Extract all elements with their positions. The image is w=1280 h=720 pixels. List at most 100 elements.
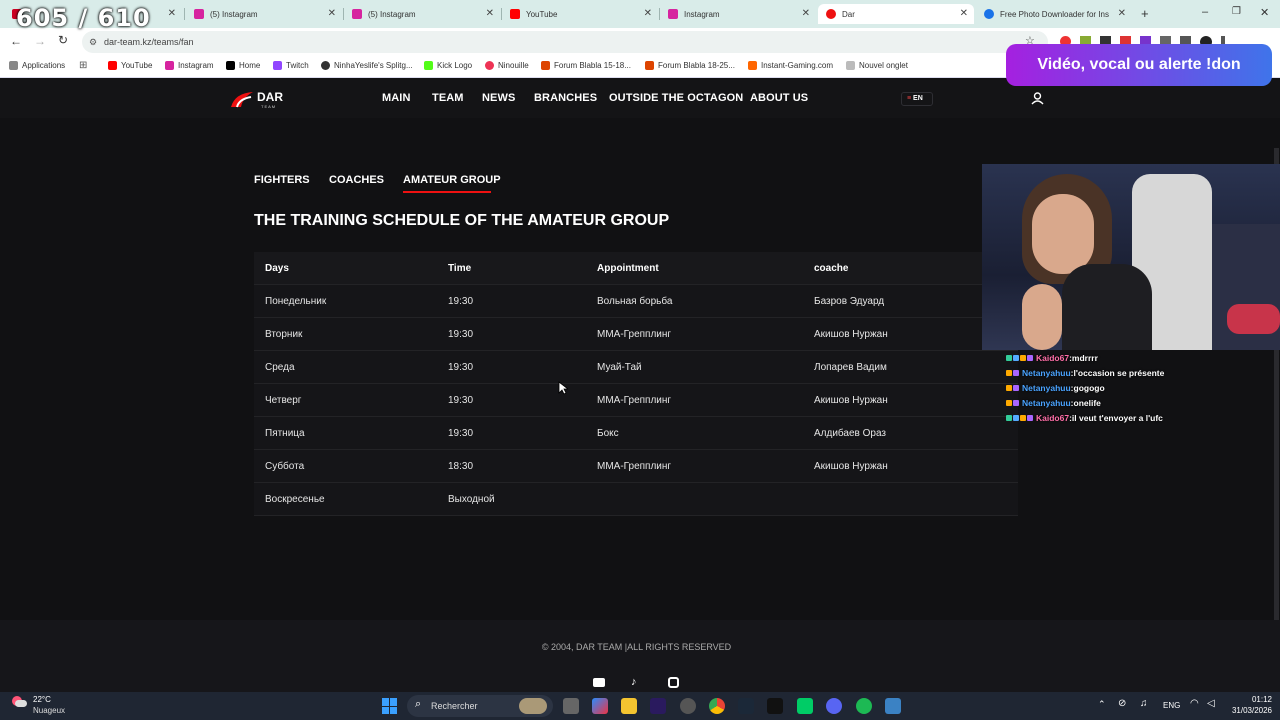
settings-gear-icon[interactable] — [680, 698, 696, 714]
bookmark-item[interactable]: Forum Blabla 18-25... — [645, 61, 735, 70]
close-tab-icon[interactable]: ✕ — [168, 8, 176, 19]
chat-badges-icon — [1006, 414, 1033, 421]
taskbar-search-box[interactable]: ⌕ Rechercher — [407, 695, 553, 717]
chevron-up-icon[interactable]: ⌃ — [1098, 699, 1106, 710]
bookmark-item[interactable]: Forum Blabla 15-18... — [541, 61, 631, 70]
bookmark-item[interactable]: Ninouille — [485, 61, 529, 70]
bookmark-item[interactable]: Twitch — [273, 61, 309, 70]
task-view-icon[interactable] — [563, 698, 579, 714]
reload-icon[interactable]: ↻ — [58, 33, 68, 47]
language-switcher[interactable]: ≡ EN — [901, 92, 933, 106]
nav-news[interactable]: NEWS — [482, 92, 515, 104]
chat-text: l'occasion se présente — [1073, 367, 1165, 378]
time-cell: Выходной — [448, 494, 495, 505]
premiere-pro-icon[interactable] — [650, 698, 666, 714]
chat-badges-icon — [1006, 399, 1019, 406]
chat-text: onelife — [1073, 397, 1101, 408]
chat-message: Kaido67: il veut t'envoyer a l'ufc — [1006, 410, 1280, 425]
steam-icon[interactable] — [738, 698, 754, 714]
dar-favicon-icon — [826, 9, 836, 19]
browser-tab[interactable]: Instagram ✕ — [660, 4, 816, 24]
browser-tab[interactable]: (5) Instagram ✕ — [344, 4, 500, 24]
tab-groups-icon[interactable]: ⊞ — [79, 60, 87, 71]
browser-tab[interactable]: Free Photo Downloader for Ins ✕ — [976, 4, 1132, 24]
language-indicator[interactable]: ENG — [1163, 701, 1180, 710]
page-title: THE TRAINING SCHEDULE OF THE AMATEUR GRO… — [254, 212, 670, 229]
dar-team-logo[interactable]: DAR TEAM — [229, 88, 287, 112]
chat-badges-icon — [1006, 369, 1019, 376]
time-cell: 19:30 — [448, 296, 474, 307]
new-tab-button[interactable]: + — [1141, 6, 1149, 21]
close-tab-icon[interactable]: ✕ — [802, 8, 810, 19]
day-cell: Четверг — [265, 395, 302, 406]
appointment-cell: Муай-Тай — [597, 362, 642, 373]
chrome-icon[interactable] — [709, 698, 725, 714]
bookmark-item[interactable]: Instant-Gaming.com — [748, 61, 833, 70]
nav-outside-the-octagon[interactable]: OUTSIDE THE OCTAGON — [609, 92, 743, 104]
instagram-icon — [165, 61, 174, 70]
close-tab-icon[interactable]: ✕ — [486, 8, 494, 19]
back-icon[interactable]: ← — [10, 34, 22, 48]
tab-fighters[interactable]: FIGHTERS — [254, 174, 310, 186]
browser-tab[interactable]: (5) Instagram ✕ — [186, 4, 342, 24]
discord-icon[interactable] — [826, 698, 842, 714]
address-bar[interactable]: ⚙ dar-team.kz/teams/fan — [82, 31, 1048, 53]
column-header: Days — [265, 263, 289, 274]
browser-tab-active[interactable]: Dar ✕ — [818, 4, 974, 24]
close-tab-icon[interactable]: ✕ — [644, 8, 652, 19]
day-cell: Воскресенье — [265, 494, 325, 505]
forward-icon[interactable]: → — [34, 34, 46, 48]
site-info-icon[interactable]: ⚙ — [89, 31, 97, 53]
chat-text: mdrrrr — [1071, 352, 1098, 363]
bookmark-item[interactable]: Kick Logo — [424, 61, 472, 70]
table-row: Понедельник 19:30 Вольная борьба Базров … — [254, 285, 1018, 318]
windows-start-icon[interactable] — [382, 698, 398, 714]
bookmark-item[interactable]: NinhaYeslife's Splitg... — [321, 61, 413, 70]
close-tab-icon[interactable]: ✕ — [328, 8, 336, 19]
bookmark-item[interactable]: Instagram — [165, 61, 214, 70]
wifi-icon[interactable]: ◠ — [1190, 698, 1199, 709]
microphone-icon[interactable]: ♫ — [1140, 698, 1148, 709]
nav-team[interactable]: TEAM — [432, 92, 464, 104]
nav-main[interactable]: MAIN — [382, 92, 411, 104]
clock-time[interactable]: 01:12 — [1228, 695, 1272, 704]
maximize-icon[interactable]: ❐ — [1232, 6, 1241, 17]
forum-icon — [541, 61, 550, 70]
time-cell: 19:30 — [448, 329, 474, 340]
instagram-icon[interactable] — [668, 677, 679, 688]
twitch-icon — [273, 61, 282, 70]
spotify-icon[interactable] — [856, 698, 872, 714]
tiktok-icon[interactable] — [767, 698, 783, 714]
table-row: Воскресенье Выходной — [254, 483, 1018, 516]
tab-amateur-group[interactable]: AMATEUR GROUP — [403, 174, 501, 186]
tab-coaches[interactable]: COACHES — [329, 174, 384, 186]
volume-icon[interactable]: ◁ — [1207, 698, 1215, 709]
app-icon[interactable] — [885, 698, 901, 714]
time-cell: 19:30 — [448, 428, 474, 439]
network-icon[interactable]: ⊘ — [1118, 698, 1126, 709]
close-window-icon[interactable]: ✕ — [1260, 6, 1269, 19]
file-explorer-icon[interactable] — [621, 698, 637, 714]
appointment-cell: Вольная борьба — [597, 296, 673, 307]
youtube-icon[interactable] — [593, 678, 605, 687]
user-account-icon[interactable] — [1031, 92, 1044, 105]
tiktok-icon[interactable]: ♪ — [631, 676, 637, 688]
bookmark-item[interactable]: YouTube — [108, 61, 152, 70]
close-tab-icon[interactable]: ✕ — [1118, 8, 1126, 19]
chat-message: Kaido67: mdrrrr — [1006, 350, 1280, 365]
app-icon[interactable] — [797, 698, 813, 714]
temperature: 22°C — [33, 695, 51, 704]
column-header: Appointment — [597, 263, 659, 274]
copilot-icon[interactable] — [592, 698, 608, 714]
minimize-icon[interactable]: – — [1202, 6, 1208, 18]
bookmark-apps[interactable]: Applications — [9, 61, 65, 70]
nav-branches[interactable]: BRANCHES — [534, 92, 597, 104]
nav-about-us[interactable]: ABOUT US — [750, 92, 808, 104]
bookmark-item[interactable]: Nouvel onglet — [846, 61, 908, 70]
bookmark-item[interactable]: Home — [226, 61, 260, 70]
close-tab-icon[interactable]: ✕ — [960, 8, 968, 19]
clock-date[interactable]: 31/03/2026 — [1224, 706, 1272, 715]
weather-icon[interactable] — [10, 694, 27, 708]
table-row: Среда 19:30 Муай-Тай Лопарев Вадим — [254, 351, 1018, 384]
browser-tab[interactable]: YouTube ✕ — [502, 4, 658, 24]
